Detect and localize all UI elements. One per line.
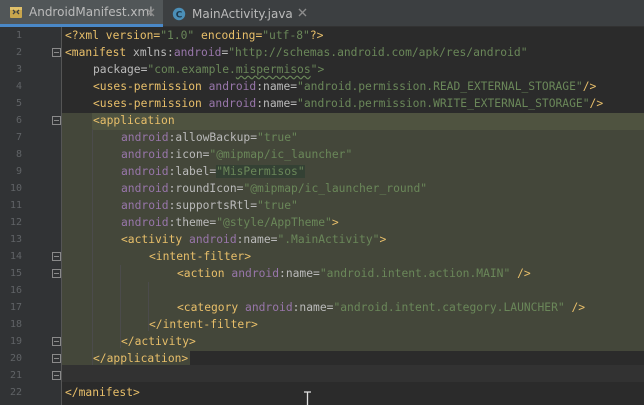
- line-number: 5: [15, 98, 22, 109]
- fold-end-icon[interactable]: [52, 337, 61, 346]
- code-line: <?xml version="1.0" encoding="utf-8"?>: [65, 29, 324, 42]
- fold-minus-icon[interactable]: [52, 116, 61, 125]
- fold-minus-icon[interactable]: [52, 48, 61, 57]
- line-number: 7: [15, 132, 22, 143]
- ide-window: AndroidManifest.xml C MainActivity.java: [0, 0, 644, 405]
- editor-tab-bar: AndroidManifest.xml C MainActivity.java: [0, 0, 644, 27]
- line-number: 13: [9, 234, 22, 245]
- line-number: 2: [15, 47, 22, 58]
- code-line: </manifest>: [65, 386, 140, 399]
- fold-end-icon[interactable]: [52, 354, 61, 363]
- tab-androidmanifest[interactable]: AndroidManifest.xml: [0, 0, 163, 27]
- tab-label: MainActivity.java: [192, 6, 293, 21]
- code-line: android:theme="@style/AppTheme">: [121, 216, 339, 229]
- code-line: <intent-filter>: [149, 250, 252, 263]
- code-line: android:label="MisPermisos": [121, 165, 305, 178]
- code-line: <activity android:name=".MainActivity">: [121, 233, 387, 246]
- line-number: 22: [9, 387, 22, 398]
- java-class-icon: C: [172, 7, 186, 21]
- code-line: package="com.example.mispermisos">: [93, 63, 325, 76]
- line-number-gutter[interactable]: 1 2 3 4 5 6 7 8 9 10 11 12 13 14 15 16 1…: [0, 27, 62, 405]
- code-line: </activity>: [121, 335, 196, 348]
- text-cursor-icon: [304, 391, 311, 405]
- line-number: 12: [9, 217, 22, 228]
- xml-manifest-icon: [9, 5, 23, 19]
- highlighted-tag: [92, 113, 644, 130]
- tab-mainactivity[interactable]: C MainActivity.java: [163, 0, 315, 27]
- fold-minus-icon[interactable]: [52, 252, 61, 261]
- fold-minus-icon[interactable]: [52, 269, 61, 278]
- code-line: android:allowBackup="true": [121, 131, 298, 144]
- line-number: 8: [15, 149, 22, 160]
- caret-row: [62, 365, 644, 382]
- code-editor[interactable]: <?xml version="1.0" encoding="utf-8"?> <…: [62, 27, 644, 405]
- line-number: 4: [15, 81, 22, 92]
- indent-guide: [92, 129, 93, 365]
- line-number: 14: [9, 251, 22, 262]
- line-number: 15: [9, 268, 22, 279]
- svg-text:C: C: [176, 10, 183, 20]
- code-line: android:icon="@mipmap/ic_launcher": [121, 148, 353, 161]
- code-line: <category android:name="android.intent.c…: [177, 301, 586, 314]
- close-icon[interactable]: [145, 7, 155, 17]
- code-line: <manifest xmlns:android="http://schemas.…: [65, 46, 528, 59]
- code-line: android:supportsRtl="true": [121, 199, 298, 212]
- code-line: <uses-permission android:name="android.p…: [93, 97, 604, 110]
- code-line: </application>: [93, 352, 189, 365]
- code-line: <uses-permission android:name="android.p…: [93, 80, 597, 93]
- line-number: 21: [9, 370, 22, 381]
- close-icon[interactable]: [297, 7, 307, 17]
- code-line: android:roundIcon="@mipmap/ic_launcher_r…: [121, 182, 428, 195]
- line-number: 10: [9, 183, 22, 194]
- fold-end-icon[interactable]: [52, 371, 61, 380]
- line-number: 9: [15, 166, 22, 177]
- line-number: 6: [15, 115, 22, 126]
- line-number: 17: [9, 302, 22, 313]
- line-number: 18: [9, 319, 22, 330]
- line-number: 19: [9, 336, 22, 347]
- line-number: 20: [9, 353, 22, 364]
- code-line: <application: [93, 114, 175, 127]
- line-number: 3: [15, 64, 22, 75]
- tab-label: AndroidManifest.xml: [29, 5, 153, 19]
- code-line: </intent-filter>: [149, 318, 258, 331]
- line-number: 1: [15, 30, 22, 41]
- code-line: <action android:name="android.intent.act…: [177, 267, 531, 280]
- line-number: 16: [9, 285, 22, 296]
- line-number: 11: [9, 200, 22, 211]
